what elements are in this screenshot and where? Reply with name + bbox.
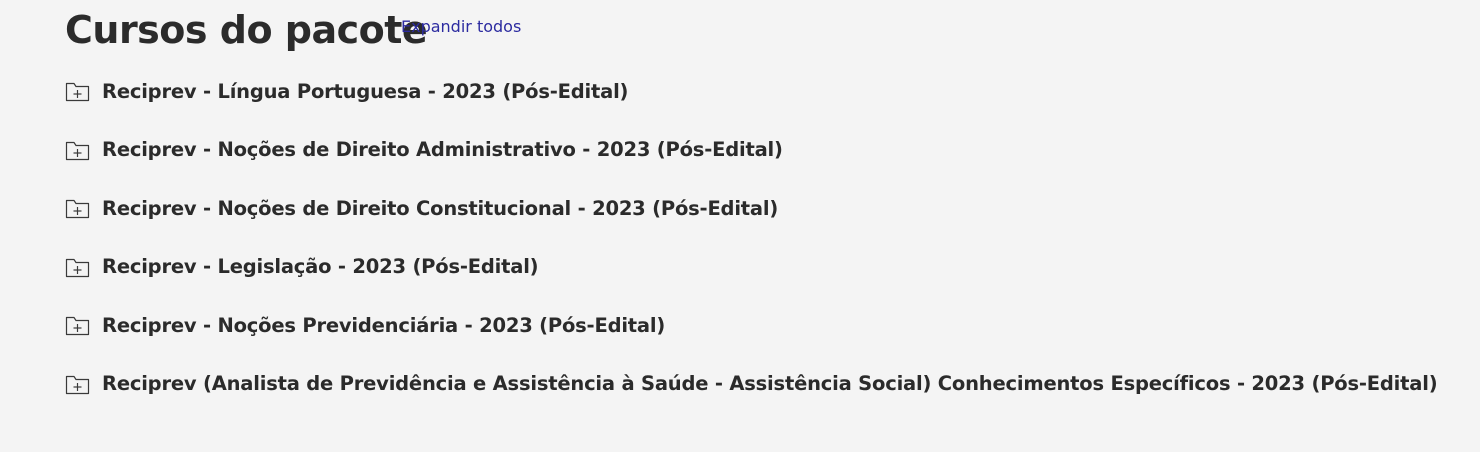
course-item[interactable]: Reciprev - Noções de Direito Constitucio…	[65, 189, 1437, 227]
folder-plus-icon[interactable]	[65, 139, 90, 161]
course-title[interactable]: Reciprev - Língua Portuguesa - 2023 (Pós…	[102, 80, 628, 103]
folder-plus-icon[interactable]	[65, 314, 90, 336]
course-item[interactable]: Reciprev - Língua Portuguesa - 2023 (Pós…	[65, 72, 1437, 110]
page-title: Cursos do pacote	[65, 8, 428, 52]
course-item[interactable]: Reciprev - Legislação - 2023 (Pós-Edital…	[65, 248, 1437, 286]
course-title[interactable]: Reciprev - Noções de Direito Constitucio…	[102, 197, 778, 220]
course-title[interactable]: Reciprev - Legislação - 2023 (Pós-Edital…	[102, 255, 539, 278]
course-title[interactable]: Reciprev - Noções Previdenciária - 2023 …	[102, 314, 665, 337]
folder-plus-icon[interactable]	[65, 373, 90, 395]
course-title[interactable]: Reciprev - Noções de Direito Administrat…	[102, 138, 783, 161]
course-list: Reciprev - Língua Portuguesa - 2023 (Pós…	[65, 72, 1438, 424]
section-header: Cursos do pacote	[65, 4, 428, 56]
folder-plus-icon[interactable]	[65, 197, 90, 219]
course-item[interactable]: Reciprev - Noções de Direito Administrat…	[65, 131, 1437, 169]
expand-all-link[interactable]: Expandir todos	[401, 17, 521, 36]
folder-plus-icon[interactable]	[65, 256, 90, 278]
course-item[interactable]: Reciprev - Noções Previdenciária - 2023 …	[65, 306, 1437, 344]
folder-plus-icon[interactable]	[65, 80, 90, 102]
course-title[interactable]: Reciprev (Analista de Previdência e Assi…	[102, 372, 1438, 395]
course-item[interactable]: Reciprev (Analista de Previdência e Assi…	[65, 365, 1438, 403]
